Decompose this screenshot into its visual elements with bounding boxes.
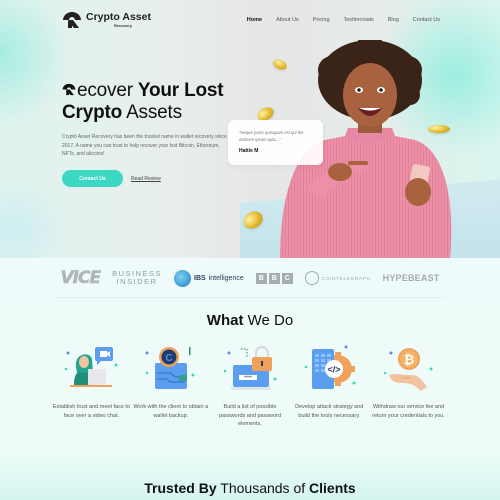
bitcoin-hand-icon: ₿ <box>383 348 433 391</box>
nav-item-contact-us[interactable]: Contact Us <box>413 17 440 23</box>
business-insider-line2: INSIDER <box>116 277 158 286</box>
service-text: Establish trust and meet face to face ov… <box>52 404 131 419</box>
top-nav: Crypto Asset Recovery Home About Us Pric… <box>62 10 440 30</box>
coin-stack-icon <box>304 271 319 285</box>
code-gear-icon: </> <box>304 345 356 389</box>
globe-icon <box>174 269 192 287</box>
service-item: </> Develop attack strategy and build th… <box>290 345 369 429</box>
ibs-intelligence-logo: IBS intelligence <box>174 269 244 287</box>
headline-light-2: Assets <box>126 102 182 123</box>
svg-text:C: C <box>166 353 173 364</box>
nav-item-blog[interactable]: Blog <box>388 17 399 23</box>
title-light: We Do <box>247 312 294 329</box>
hero-section: Crypto Asset Recovery Home About Us Pric… <box>0 0 500 258</box>
press-logos-bar: VICE BUSINESS INSIDER IBS intelligence B … <box>0 258 500 298</box>
nav-item-home[interactable]: Home <box>247 17 262 23</box>
hero-description: Crypto Asset Recovery has been the trust… <box>62 134 227 157</box>
bbc-logo: B B C <box>255 272 293 284</box>
testimonial-quote: "Neque porro quisquam est qui the dolore… <box>239 130 304 142</box>
nav-item-about-us[interactable]: About Us <box>276 17 299 23</box>
what-we-do-title: What We Do <box>0 312 500 329</box>
svg-text:</>: </> <box>327 365 340 375</box>
bbc-letter: C <box>281 272 293 284</box>
brand-name: Crypto Asset <box>86 11 151 24</box>
trusted-light: Thousands of <box>220 480 306 496</box>
testimonial-author: Hattie M <box>239 148 259 154</box>
bbc-letter: B <box>268 272 280 284</box>
service-item: ₿ Withdraw our service fee and return yo… <box>369 345 448 429</box>
headline-light-1: ecover <box>77 80 133 101</box>
brand-logo[interactable]: Crypto Asset Recovery <box>62 11 151 29</box>
headline-bold-2: Crypto <box>62 102 123 123</box>
title-bold: What <box>206 312 244 329</box>
service-text: Withdraw our service fee and return your… <box>372 404 445 419</box>
crypto-wallet-icon: C <box>145 347 195 389</box>
nav-item-testimonials[interactable]: Testimonials <box>344 17 374 23</box>
intelligence-text: intelligence <box>208 274 244 282</box>
svg-text:₿: ₿ <box>404 352 415 367</box>
trusted-bold-1: Trusted By <box>144 480 217 496</box>
section-divider <box>55 297 445 298</box>
hero-headline: ecover Your Lost Crypto Assets <box>62 80 224 124</box>
trusted-title: Trusted By Thousands of Clients <box>0 480 500 496</box>
cointelegraph-text: COINTELEGRAPH <box>321 275 371 281</box>
trusted-bold-2: Clients <box>309 480 356 496</box>
service-text: Build a list of possible passwords and p… <box>218 404 282 428</box>
service-text: Work with the client to obtain a wallet … <box>133 404 209 419</box>
service-item: Establish trust and meet face to face ov… <box>52 345 131 429</box>
ibs-text: IBS <box>194 274 206 282</box>
service-text: Develop attack strategy and build the to… <box>295 404 364 419</box>
logo-r-icon <box>63 12 81 28</box>
nav-menu: Home About Us Pricing Testimonials Blog … <box>247 17 440 23</box>
video-chat-icon <box>64 347 118 387</box>
svg-text:****: **** <box>244 376 252 382</box>
hypebeast-logo: HYPEBEAST <box>382 273 440 283</box>
vice-logo: VICE <box>60 268 101 289</box>
read-review-link[interactable]: Read Review <box>131 176 161 182</box>
services-list: Establish trust and meet face to face ov… <box>52 345 448 429</box>
nav-item-pricing[interactable]: Pricing <box>313 17 330 23</box>
business-insider-logo: BUSINESS INSIDER <box>112 270 162 286</box>
logo-r-icon <box>62 83 76 96</box>
service-item: **** Build a list of possible passwords … <box>211 345 290 429</box>
headline-bold-1: Your Lost <box>137 80 224 101</box>
password-lock-icon: **** <box>223 345 276 390</box>
contact-us-button[interactable]: Contact Us <box>62 170 123 187</box>
brand-subtitle: Recovery <box>114 22 133 28</box>
testimonial-card: "Neque porro quisquam est qui the dolore… <box>228 120 323 165</box>
service-item: C Work with the client to obtain a walle… <box>131 345 210 429</box>
cointelegraph-logo: COINTELEGRAPH <box>304 271 371 285</box>
bbc-letter: B <box>255 272 267 284</box>
